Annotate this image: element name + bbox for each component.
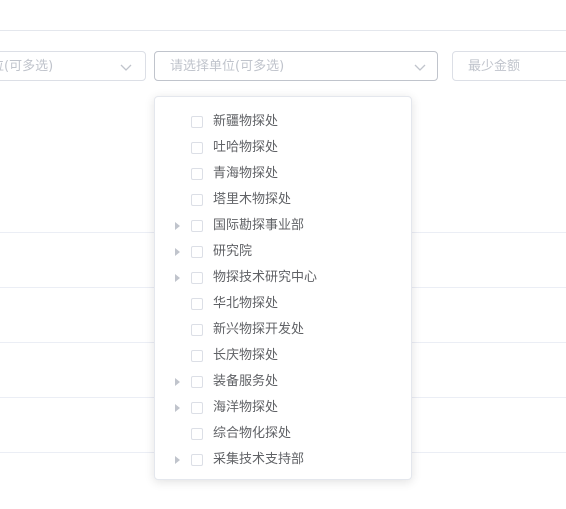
expand-caret-icon[interactable]: [175, 248, 180, 256]
tree-item-checkbox[interactable]: [191, 350, 203, 362]
left-unit-select[interactable]: 位(可多选): [0, 51, 146, 81]
tree-item-checkbox[interactable]: [191, 272, 203, 284]
tree-item-checkbox[interactable]: [191, 428, 203, 440]
unit-select-placeholder: 请选择单位(可多选): [170, 59, 285, 74]
tree-item-label: 国际勘探事业部: [213, 218, 305, 233]
tree-item[interactable]: 青海物探处: [155, 162, 405, 188]
tree-item[interactable]: 物探技术研究中心: [155, 266, 405, 292]
left-select-placeholder: 位(可多选): [0, 59, 54, 74]
tree-item-label: 研究院: [213, 244, 253, 259]
tree-item-label: 吐哈物探处: [213, 140, 279, 155]
chevron-down-icon: [414, 64, 426, 71]
expand-caret-icon[interactable]: [175, 274, 180, 282]
tree-item-label: 综合物化探处: [213, 426, 292, 441]
unit-tree-dropdown: 新疆物探处吐哈物探处青海物探处塔里木物探处 国际勘探事业部 研究院物探技术研究中心华…: [154, 96, 412, 480]
tree-item-checkbox[interactable]: [191, 116, 203, 128]
tree-item[interactable]: 长庆物探处: [155, 344, 405, 370]
tree-item-checkbox[interactable]: [191, 246, 203, 258]
tree-item[interactable]: 国际勘探事业部: [155, 214, 405, 240]
expand-caret-icon[interactable]: [175, 222, 180, 230]
tree-item[interactable]: 塔里木物探处: [155, 188, 405, 214]
tree-item-checkbox[interactable]: [191, 454, 203, 466]
tree-item[interactable]: 吐哈物探处: [155, 136, 405, 162]
unit-select[interactable]: 请选择单位(可多选): [154, 51, 438, 81]
tree-item-checkbox[interactable]: [191, 194, 203, 206]
tree-item[interactable]: 综合物化探处: [155, 422, 405, 448]
tree-item-label: 采集技术支持部: [213, 452, 305, 467]
tree-item-label: 新疆物探处: [213, 114, 279, 129]
tree-item[interactable]: 海洋物探处: [155, 396, 405, 422]
expand-caret-icon[interactable]: [175, 378, 180, 386]
tree-item-label: 华北物探处: [213, 296, 279, 311]
tree-item[interactable]: 华北物探处: [155, 292, 405, 318]
tree-item[interactable]: 装备服务处: [155, 370, 405, 396]
tree-item-label: 青海物探处: [213, 166, 279, 181]
tree-item-label: 装备服务处: [213, 374, 279, 389]
tree-item[interactable]: 采集技术支持部: [155, 448, 405, 474]
tree-item-checkbox[interactable]: [191, 142, 203, 154]
tree-item-checkbox[interactable]: [191, 168, 203, 180]
tree-item[interactable]: 新疆物探处: [155, 110, 405, 136]
tree-item[interactable]: 新兴物探开发处: [155, 318, 405, 344]
min-amount-input[interactable]: 最少金额: [452, 51, 566, 81]
expand-caret-icon[interactable]: [175, 404, 180, 412]
chevron-down-icon: [120, 64, 132, 71]
expand-caret-icon[interactable]: [175, 456, 180, 464]
tree-item-checkbox[interactable]: [191, 298, 203, 310]
tree-item-checkbox[interactable]: [191, 402, 203, 414]
tree-item[interactable]: 研究院: [155, 240, 405, 266]
tree-item-checkbox[interactable]: [191, 324, 203, 336]
tree-item-checkbox[interactable]: [191, 376, 203, 388]
min-amount-placeholder: 最少金额: [468, 59, 521, 74]
tree-item-label: 长庆物探处: [213, 348, 279, 363]
tree-item-label: 海洋物探处: [213, 400, 279, 415]
tree-item-label: 物探技术研究中心: [213, 270, 318, 285]
tree-item-label: 塔里木物探处: [213, 192, 292, 207]
tree-item-label: 新兴物探开发处: [213, 322, 305, 337]
top-divider: [0, 30, 566, 31]
tree-item-checkbox[interactable]: [191, 220, 203, 232]
